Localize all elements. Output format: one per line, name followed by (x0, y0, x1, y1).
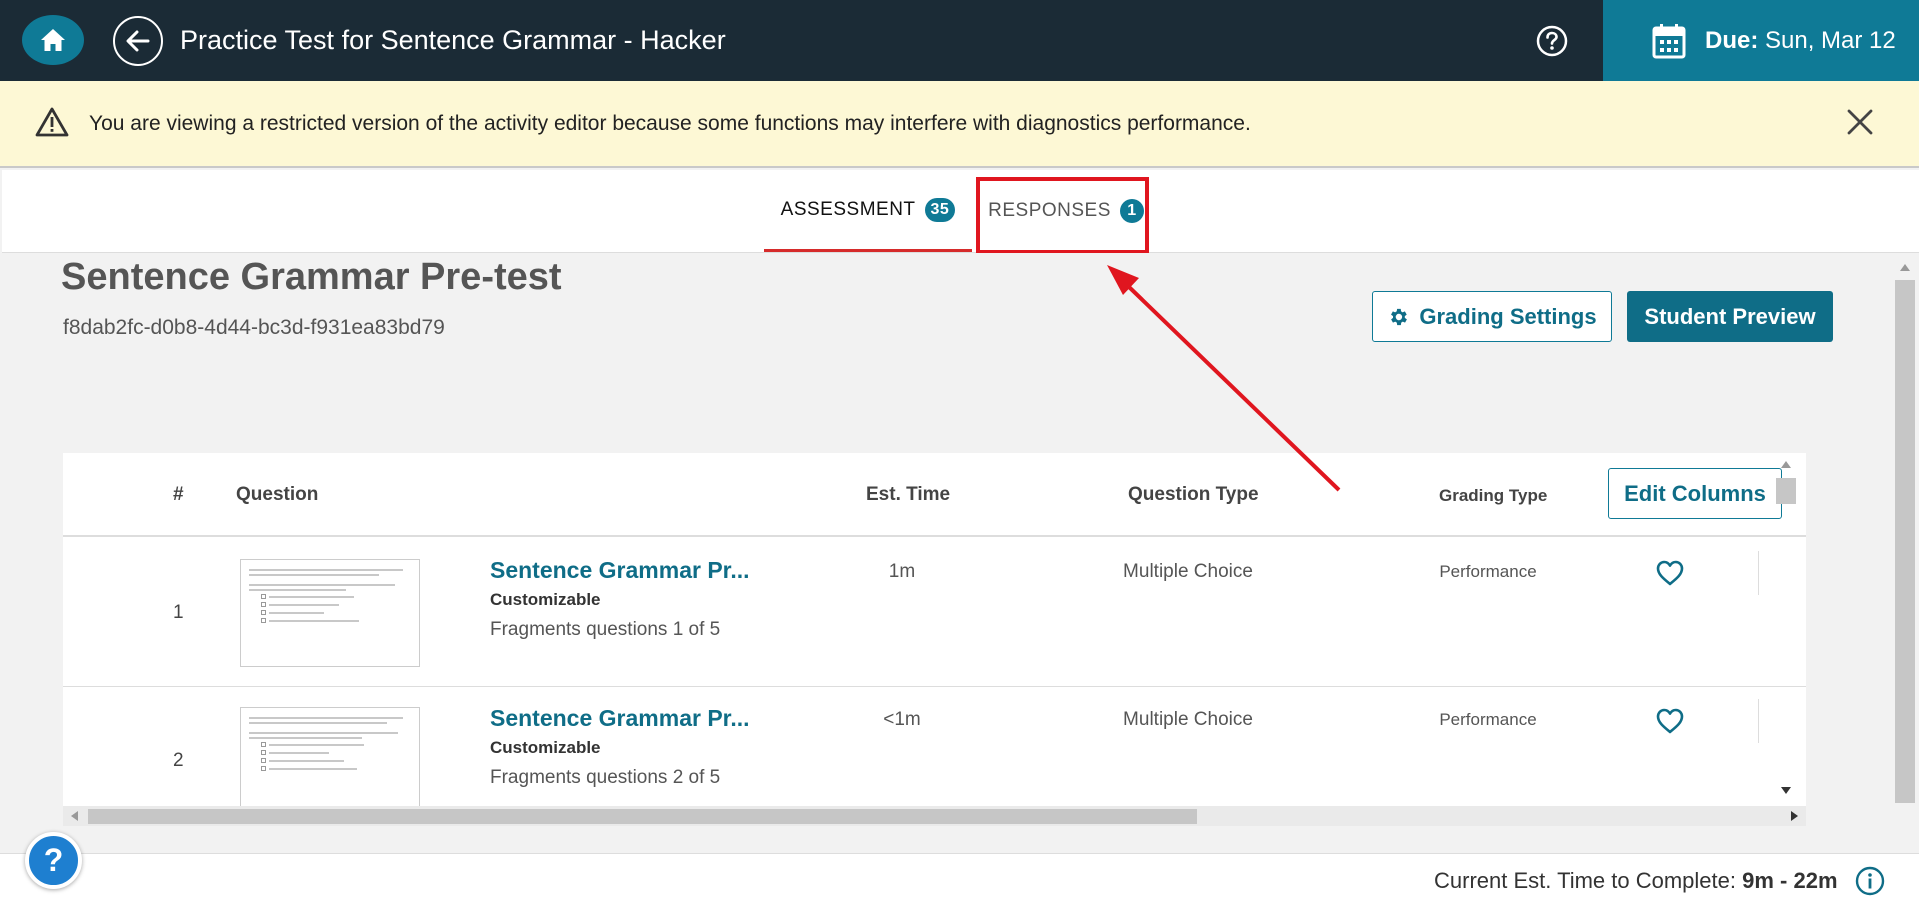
floating-help-button[interactable]: ? (25, 832, 82, 889)
banner-close-button[interactable] (1843, 105, 1877, 139)
grading-type: Performance (1439, 710, 1537, 729)
est-time: 1m (888, 561, 916, 582)
footer: Current Est. Time to Complete: 9m - 22m (0, 853, 1919, 906)
heart-outline-icon[interactable] (1655, 707, 1685, 735)
banner-message: You are viewing a restricted version of … (89, 112, 1251, 135)
table-header: # Question Est. Time Question Type Gradi… (63, 453, 1806, 537)
arrow-left-icon (126, 30, 150, 52)
question-type: Multiple Choice (1123, 709, 1253, 730)
scroll-right-arrow[interactable] (1791, 811, 1798, 821)
page-scrollbar-thumb[interactable] (1895, 280, 1915, 803)
question-type: Multiple Choice (1123, 561, 1253, 582)
activity-id: f8dab2fc-d0b8-4d44-bc3d-f931ea83bd79 (63, 316, 445, 339)
question-title-link[interactable]: Sentence Grammar Pr... (490, 705, 750, 732)
edit-columns-button[interactable]: Edit Columns (1608, 468, 1782, 519)
column-question-type: Question Type (1128, 484, 1259, 505)
heart-outline-icon[interactable] (1655, 559, 1685, 587)
column-divider (1758, 699, 1759, 743)
activity-title: Sentence Grammar Pre-test (61, 256, 562, 298)
scroll-up-arrow[interactable] (1900, 264, 1910, 271)
scroll-left-arrow[interactable] (71, 811, 78, 821)
est-time-value: 9m - 22m (1742, 868, 1838, 893)
student-preview-button[interactable]: Student Preview (1627, 291, 1833, 342)
grading-settings-button[interactable]: Grading Settings (1372, 291, 1612, 342)
est-time-label: Current Est. Time to Complete: (1434, 868, 1736, 893)
table-scrollbar-thumb[interactable] (1776, 478, 1796, 504)
table-row[interactable]: 1 Sentence Grammar Pr... Customizable Fr… (63, 539, 1806, 687)
gear-icon (1391, 308, 1408, 325)
questions-table: # Question Est. Time Question Type Gradi… (63, 453, 1806, 806)
page-title: Practice Test for Sentence Grammar - Hac… (180, 25, 726, 55)
back-button[interactable] (113, 16, 163, 66)
grading-type: Performance (1439, 562, 1537, 581)
question-fragment: Fragments questions 2 of 5 (490, 767, 721, 788)
tab-assessment[interactable]: ASSESSMENT 35 (764, 170, 972, 252)
column-question: Question (236, 484, 319, 505)
question-customizable: Customizable (490, 738, 601, 757)
question-customizable: Customizable (490, 590, 601, 609)
column-divider (1758, 551, 1759, 595)
due-value: Sun, Mar 12 (1765, 26, 1896, 54)
question-fragment: Fragments questions 1 of 5 (490, 619, 721, 640)
column-est-time: Est. Time (866, 484, 951, 505)
page-scrollbar[interactable] (1895, 260, 1915, 805)
table-scroll-up-arrow[interactable] (1781, 461, 1791, 468)
grading-settings-label: Grading Settings (1419, 303, 1597, 329)
warning-triangle-icon (35, 107, 69, 137)
column-number: # (173, 484, 184, 505)
table-horizontal-scrollbar[interactable] (63, 806, 1806, 826)
tab-responses-count: 1 (1119, 199, 1144, 223)
column-grading-type: Grading Type (1439, 486, 1548, 505)
table-row[interactable]: 2 Sentence Grammar Pr... Customizable Fr… (63, 687, 1806, 806)
info-circle-icon[interactable] (1855, 866, 1885, 896)
question-thumbnail[interactable] (240, 559, 420, 667)
question-title-link[interactable]: Sentence Grammar Pr... (490, 557, 750, 584)
help-button[interactable] (1535, 24, 1569, 58)
tab-assessment-count: 35 (924, 197, 956, 222)
question-circle-icon (1536, 25, 1568, 57)
estimated-time: Current Est. Time to Complete: 9m - 22m (1434, 868, 1838, 894)
close-icon (1847, 109, 1873, 135)
row-number: 2 (173, 750, 184, 771)
est-time: <1m (883, 709, 921, 730)
home-button[interactable] (22, 15, 84, 65)
table-scroll-down-arrow[interactable] (1781, 787, 1791, 794)
tab-bar: ASSESSMENT 35 RESPONSES 1 (2, 170, 1919, 253)
question-thumbnail[interactable] (240, 707, 420, 806)
tab-responses[interactable]: RESPONSES 1 (988, 170, 1144, 252)
due-label: Due: (1705, 26, 1759, 54)
calendar-icon (1651, 22, 1687, 60)
tab-assessment-label: ASSESSMENT (780, 198, 916, 220)
top-bar: Practice Test for Sentence Grammar - Hac… (0, 0, 1919, 81)
horizontal-scrollbar-thumb[interactable] (88, 809, 1197, 824)
due-date: Due: Sun, Mar 12 (1705, 27, 1896, 55)
row-number: 1 (173, 602, 184, 623)
restricted-warning-banner: You are viewing a restricted version of … (0, 81, 1919, 168)
tab-responses-label: RESPONSES (988, 200, 1111, 221)
due-date-panel: Due: Sun, Mar 12 (1603, 0, 1919, 81)
home-icon (41, 29, 65, 51)
